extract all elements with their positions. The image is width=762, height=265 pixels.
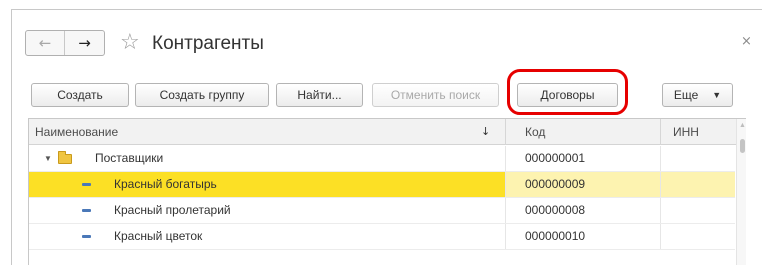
counterparties-table: Наименование ↓ Код ИНН ▼ Поставщики 0000…: [28, 118, 746, 265]
table-row[interactable]: Красный пролетарий 000000008: [29, 198, 735, 224]
cell-name: ▼ Поставщики: [29, 146, 505, 171]
folder-icon: [58, 151, 72, 164]
table-row-selected[interactable]: Красный богатырь 000000009: [29, 172, 735, 198]
row-label: Красный пролетарий: [114, 203, 231, 217]
table-row-group[interactable]: ▼ Поставщики 000000001: [29, 146, 735, 172]
item-icon: [82, 183, 91, 186]
scrollbar-thumb[interactable]: [740, 139, 745, 153]
create-button[interactable]: Создать: [31, 83, 129, 107]
favorite-star-icon[interactable]: ☆: [120, 29, 140, 57]
vertical-scrollbar[interactable]: ▲: [736, 119, 746, 265]
cell-name: Красный цветок: [29, 224, 505, 249]
table-header: Наименование ↓ Код ИНН: [29, 119, 746, 145]
cancel-search-button[interactable]: Отменить поиск: [372, 83, 499, 107]
find-button[interactable]: Найти...: [276, 83, 363, 107]
sort-descending-icon: ↓: [481, 125, 491, 138]
column-header-inn[interactable]: ИНН: [660, 119, 746, 145]
cell-code: 000000008: [505, 198, 660, 223]
forward-arrow-icon[interactable]: →: [65, 31, 104, 55]
annotation-highlight: [507, 69, 628, 115]
back-arrow-icon[interactable]: ←: [26, 31, 65, 55]
close-icon[interactable]: ×: [741, 35, 752, 49]
row-label: Поставщики: [95, 151, 164, 165]
cell-name: Красный пролетарий: [29, 198, 505, 223]
page-title: Контрагенты: [152, 33, 264, 54]
cell-code: 000000001: [505, 146, 660, 171]
more-menu-button[interactable]: Еще ▼: [662, 83, 733, 107]
cell-inn: [660, 198, 735, 223]
more-label: Еще: [673, 88, 699, 102]
cell-inn: [660, 172, 735, 197]
cell-code: 000000009: [505, 172, 660, 197]
navigation-buttons: ← →: [25, 30, 105, 56]
cell-name: Красный богатырь: [29, 172, 505, 197]
table-row[interactable]: Красный цветок 000000010: [29, 224, 735, 250]
cell-inn: [660, 146, 735, 171]
cell-inn: [660, 224, 735, 249]
column-header-code[interactable]: Код: [505, 119, 660, 145]
dropdown-caret-icon: ▼: [712, 90, 722, 100]
row-label: Красный цветок: [114, 229, 203, 243]
expand-arrow-icon[interactable]: ▼: [44, 146, 52, 171]
scroll-up-icon[interactable]: ▲: [739, 122, 746, 130]
row-label: Красный богатырь: [114, 177, 217, 191]
create-group-button[interactable]: Создать группу: [135, 83, 269, 107]
column-header-name[interactable]: Наименование: [29, 119, 505, 145]
item-icon: [82, 235, 91, 238]
item-icon: [82, 209, 91, 212]
cell-code: 000000010: [505, 224, 660, 249]
